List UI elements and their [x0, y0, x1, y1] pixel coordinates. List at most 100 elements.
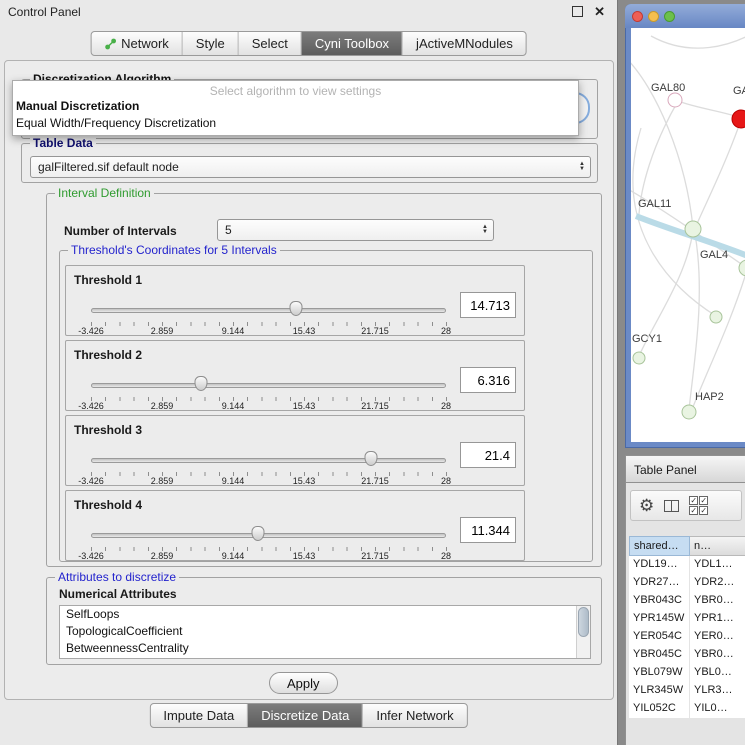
scale-label: -3.426 — [78, 326, 104, 336]
desktop: Control Panel ✕ Network Style Select Cyn… — [0, 0, 745, 745]
cell[interactable]: YER054C — [629, 628, 690, 646]
cell[interactable]: YDR27… — [629, 574, 690, 592]
float-window-icon[interactable] — [572, 6, 583, 17]
tab-infer-network[interactable]: Infer Network — [363, 704, 466, 727]
cell[interactable]: YPR145W — [629, 610, 690, 628]
node-label: GCY1 — [632, 333, 662, 345]
number-of-intervals-label: Number of Intervals — [64, 224, 177, 238]
scale-label: 9.144 — [222, 401, 245, 411]
vertical-scrollbar[interactable] — [576, 606, 590, 658]
tab-style[interactable]: Style — [183, 32, 239, 55]
node-label: GAL11 — [638, 198, 671, 210]
slider-track[interactable] — [91, 458, 446, 463]
slider-thumb[interactable] — [195, 376, 208, 391]
table-row[interactable]: YLR345WYLR3… — [629, 682, 745, 700]
threshold-panel-4: Threshold 4 -3.426 2.859 9.144 15.43 21.… — [65, 490, 525, 561]
cell[interactable]: YBL0… — [690, 664, 745, 682]
scale-label: 2.859 — [151, 401, 174, 411]
control-panel-window: Control Panel ✕ Network Style Select Cyn… — [0, 0, 618, 745]
cell[interactable]: YLR345W — [629, 682, 690, 700]
table-row[interactable]: YIL052CYIL0… — [629, 700, 745, 718]
column-header-shared-name[interactable]: shared… — [629, 536, 690, 556]
popup-option-manual-discretization[interactable]: Manual Discretization — [13, 98, 578, 115]
close-traffic-light[interactable] — [632, 11, 643, 22]
slider-track[interactable] — [91, 533, 446, 538]
table-row[interactable]: YPR145WYPR1… — [629, 610, 745, 628]
gear-icon[interactable]: ⚙ — [639, 497, 654, 514]
threshold-value-input[interactable] — [460, 517, 516, 543]
panel-title: Control Panel — [8, 5, 81, 19]
network-canvas[interactable]: GAL80 GA GAL11 GAL4 GCY1 HAP2 — [631, 28, 745, 442]
slider-thumb[interactable] — [289, 301, 302, 316]
cell[interactable]: YBR045C — [629, 646, 690, 664]
node-gal80[interactable] — [668, 93, 682, 107]
cell[interactable]: YBR043C — [629, 592, 690, 610]
threshold-slider[interactable] — [91, 379, 446, 395]
scale-label: 15.43 — [293, 326, 316, 336]
combobox-arrows-icon: ▲▼ — [482, 225, 488, 235]
cell[interactable]: YPR1… — [690, 610, 745, 628]
tab-jactivemnodules[interactable]: jActiveMNodules — [403, 32, 526, 55]
slider-track[interactable] — [91, 383, 446, 388]
tab-discretize-data[interactable]: Discretize Data — [248, 704, 363, 727]
node-hap2[interactable] — [682, 405, 696, 419]
apply-button[interactable]: Apply — [269, 672, 338, 694]
slider-thumb[interactable] — [251, 526, 264, 541]
tab-impute-data[interactable]: Impute Data — [150, 704, 248, 727]
node-mid[interactable] — [710, 311, 722, 323]
cell[interactable]: YBR0… — [690, 646, 745, 664]
cell[interactable]: YBL079W — [629, 664, 690, 682]
cell[interactable]: YIL052C — [629, 700, 690, 718]
table-row[interactable]: YDL19…YDL1… — [629, 556, 745, 574]
threshold-slider[interactable] — [91, 454, 446, 470]
cell[interactable]: YLR3… — [690, 682, 745, 700]
cell[interactable]: YER0… — [690, 628, 745, 646]
list-item[interactable]: SelfLoops — [60, 606, 590, 623]
select-columns-icon[interactable]: ✓✓✓✓ — [689, 496, 711, 515]
node-selected-red[interactable] — [732, 110, 745, 128]
node-table: shared… n… YDL19…YDL1… YDR27…YDR2… YBR04… — [629, 536, 745, 718]
threshold-value-input[interactable] — [460, 292, 516, 318]
table-row[interactable]: YER054CYER0… — [629, 628, 745, 646]
cell[interactable]: YDL19… — [629, 556, 690, 574]
scrollbar-thumb[interactable] — [578, 607, 589, 637]
zoom-traffic-light[interactable] — [664, 11, 675, 22]
tab-select[interactable]: Select — [239, 32, 302, 55]
popup-option-equal-width-frequency[interactable]: Equal Width/Frequency Discretization — [13, 115, 578, 132]
slider-track[interactable] — [91, 308, 446, 313]
group-title: Interval Definition — [55, 186, 154, 200]
threshold-value-input[interactable] — [460, 442, 516, 468]
scale-label: -3.426 — [78, 476, 104, 486]
table-data-combobox[interactable]: galFiltered.sif default node ▲▼ — [30, 156, 591, 178]
threshold-slider[interactable] — [91, 529, 446, 545]
close-icon[interactable]: ✕ — [594, 6, 605, 17]
tab-network[interactable]: Network — [91, 32, 183, 55]
table-row[interactable]: YBR043CYBR0… — [629, 592, 745, 610]
number-of-intervals-combobox[interactable]: 5 ▲▼ — [217, 219, 494, 241]
list-item[interactable]: BetweennessCentrality — [60, 640, 590, 657]
table-row[interactable]: YBL079WYBL0… — [629, 664, 745, 682]
table-panel-title: Table Panel — [634, 463, 697, 477]
scale-label: 21.715 — [361, 401, 389, 411]
column-header-name[interactable]: n… — [690, 536, 745, 556]
table-row[interactable]: YBR045CYBR0… — [629, 646, 745, 664]
network-graph — [631, 28, 745, 442]
node-gal4[interactable] — [685, 221, 701, 237]
tab-cyni-toolbox[interactable]: Cyni Toolbox — [302, 32, 403, 55]
group-title: Table Data — [30, 136, 96, 150]
threshold-slider[interactable] — [91, 304, 446, 320]
threshold-value-input[interactable] — [460, 367, 516, 393]
minimize-traffic-light[interactable] — [648, 11, 659, 22]
cell[interactable]: YDR2… — [690, 574, 745, 592]
cell[interactable]: YIL0… — [690, 700, 745, 718]
table-row[interactable]: YDR27…YDR2… — [629, 574, 745, 592]
network-window-titlebar[interactable] — [625, 4, 745, 28]
tab-label: Impute Data — [163, 708, 234, 723]
cell[interactable]: YDL1… — [690, 556, 745, 574]
cell[interactable]: YBR0… — [690, 592, 745, 610]
scale-label: 21.715 — [361, 476, 389, 486]
slider-thumb[interactable] — [365, 451, 378, 466]
columns-icon[interactable] — [664, 500, 679, 512]
list-item[interactable]: TopologicalCoefficient — [60, 623, 590, 640]
node-gcy1[interactable] — [633, 352, 645, 364]
